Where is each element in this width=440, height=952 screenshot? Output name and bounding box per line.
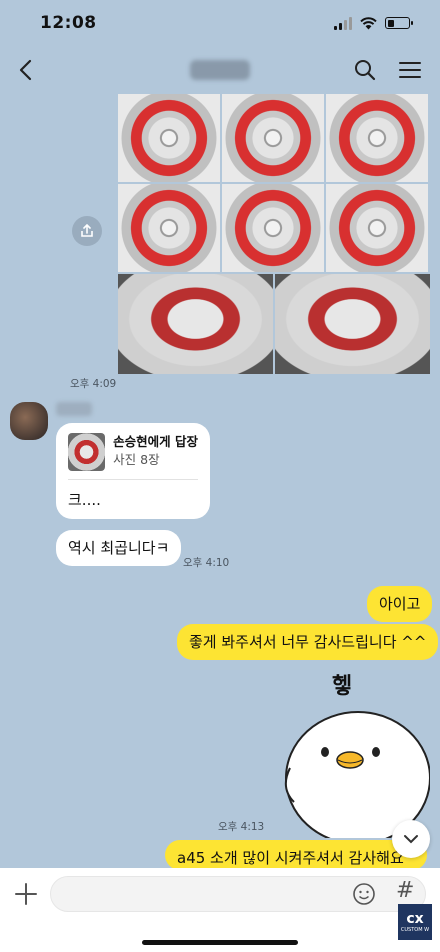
reply-target: 손승현에게 답장 xyxy=(113,434,198,449)
scroll-down-button[interactable] xyxy=(392,820,430,858)
sender-name-blurred xyxy=(56,402,92,416)
message-text: 좋게 봐주셔서 너무 감사드립니다 ^^ xyxy=(189,633,427,651)
back-icon[interactable] xyxy=(18,59,32,81)
message-text: 아이고 xyxy=(379,595,421,613)
share-button[interactable] xyxy=(72,216,102,246)
wheel-photo[interactable] xyxy=(326,184,428,272)
home-indicator[interactable] xyxy=(142,940,298,945)
reply-thumbnail xyxy=(68,433,106,471)
share-icon xyxy=(81,224,93,237)
status-time: 12:08 xyxy=(40,13,97,33)
wheel-photo[interactable] xyxy=(326,94,428,182)
outgoing-message-bubble[interactable]: 아이고 xyxy=(367,586,433,622)
hashtag-button[interactable]: # xyxy=(396,878,414,903)
avatar[interactable] xyxy=(10,402,48,440)
message-timestamp: 오후 4:09 xyxy=(70,378,117,390)
duck-sticker[interactable]: 헿 xyxy=(280,668,431,845)
outgoing-message-bubble[interactable]: a45 소개 많이 시켜주셔서 감사해요 xyxy=(165,840,427,870)
signal-icon xyxy=(334,16,352,30)
message-timestamp: 오후 4:13 xyxy=(218,821,265,833)
wheel-photo[interactable] xyxy=(118,184,220,272)
message-text: 크.... xyxy=(68,491,101,509)
chevron-down-icon xyxy=(404,835,418,844)
incoming-message-bubble[interactable]: 역시 최곱니다ㅋ xyxy=(56,530,182,566)
wheel-photo[interactable] xyxy=(118,274,273,374)
watermark-logo: cx CUSTOM W xyxy=(398,904,432,940)
watermark-text: CUSTOM W xyxy=(400,927,430,933)
wheel-photo[interactable] xyxy=(222,94,324,182)
message-text: 역시 최곱니다ㅋ xyxy=(68,539,170,557)
photo-grid[interactable] xyxy=(118,94,430,376)
outgoing-message-bubble[interactable]: 좋게 봐주셔서 너무 감사드립니다 ^^ xyxy=(177,624,439,660)
status-bar: 12:08 xyxy=(0,0,440,46)
reply-subtitle: 사진 8장 xyxy=(113,452,160,467)
reply-quote[interactable]: 손승현에게 답장 사진 8장 xyxy=(68,433,198,480)
plus-icon[interactable] xyxy=(12,880,40,908)
wheel-photo[interactable] xyxy=(222,184,324,272)
message-timestamp: 오후 4:10 xyxy=(183,557,230,569)
sticker-caption: 헿 xyxy=(332,674,353,699)
header-actions xyxy=(354,59,422,81)
battery-icon xyxy=(385,17,413,29)
wheel-photo[interactable] xyxy=(118,94,220,182)
duck-icon xyxy=(284,711,431,845)
watermark-mark: cx xyxy=(406,911,424,927)
chat-header xyxy=(0,46,440,94)
chat-title-blurred xyxy=(190,60,250,80)
search-icon[interactable] xyxy=(354,59,376,81)
message-text: a45 소개 많이 시켜주셔서 감사해요 xyxy=(177,849,404,867)
wifi-icon xyxy=(360,16,377,29)
menu-icon[interactable] xyxy=(398,60,422,80)
reply-message-bubble[interactable]: 손승현에게 답장 사진 8장 크.... xyxy=(56,423,210,519)
emoji-icon[interactable] xyxy=(352,882,376,906)
wheel-photo[interactable] xyxy=(275,274,430,374)
status-icons xyxy=(334,16,413,30)
